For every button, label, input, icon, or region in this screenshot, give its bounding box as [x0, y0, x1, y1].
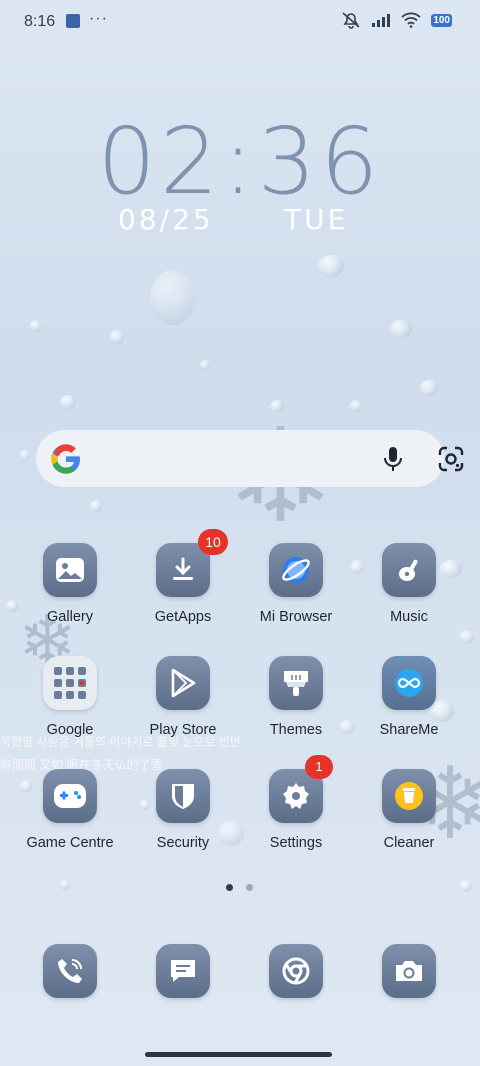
messages-icon [156, 944, 210, 998]
camera-icon [382, 944, 436, 998]
app-label: GetApps [154, 609, 212, 625]
app-label: Cleaner [383, 835, 435, 851]
chrome-icon [269, 944, 323, 998]
app-cleaner[interactable]: Cleaner [354, 769, 464, 851]
download-icon: 10 [156, 529, 228, 597]
app-themes[interactable]: Themes [241, 656, 351, 738]
page-dot-active[interactable] [226, 884, 233, 891]
notification-square-icon [66, 14, 80, 28]
dock-messages[interactable] [128, 944, 238, 998]
microphone-icon[interactable] [382, 446, 404, 477]
app-label: Settings [269, 835, 323, 851]
music-icon [382, 543, 436, 597]
app-label: Themes [269, 722, 323, 738]
app-settings[interactable]: 1 Settings [241, 755, 351, 851]
google-lens-icon[interactable] [438, 446, 464, 477]
mute-icon [341, 11, 361, 29]
wifi-icon [401, 12, 421, 28]
more-notifications-icon: ··· [89, 10, 108, 27]
app-label: Game Centre [26, 835, 114, 851]
app-label: Music [390, 609, 428, 625]
clock-widget-date: 08/25 [118, 203, 214, 236]
clock-widget-time[interactable]: 02:36 [0, 108, 480, 215]
themes-icon [269, 656, 323, 710]
app-google-folder[interactable]: Google [15, 656, 125, 738]
page-indicator[interactable] [226, 884, 253, 891]
google-search-bar[interactable] [36, 430, 464, 487]
app-label: Gallery [47, 609, 93, 625]
app-label: Mi Browser [259, 609, 333, 625]
app-getapps[interactable]: 10 GetApps [128, 529, 238, 625]
dock-camera[interactable] [354, 944, 464, 998]
status-time: 8:16 [24, 13, 56, 30]
gallery-icon [43, 543, 97, 597]
play-store-icon [156, 656, 210, 710]
signal-icon [371, 13, 391, 27]
gamepad-icon [43, 769, 97, 823]
status-bar: 8:16 ··· 100 [0, 0, 480, 44]
dock-chrome[interactable] [241, 944, 351, 998]
battery-icon: 100 [431, 13, 452, 27]
shareme-icon [382, 656, 436, 710]
page-dot[interactable] [246, 884, 253, 891]
gear-icon: 1 [269, 755, 333, 823]
notification-badge: 1 [305, 755, 333, 779]
browser-icon [269, 543, 323, 597]
app-security[interactable]: Security [128, 769, 238, 851]
app-mi-browser[interactable]: Mi Browser [241, 543, 351, 625]
dock-phone[interactable] [15, 944, 125, 998]
app-label: ShareMe [379, 722, 439, 738]
app-play-store[interactable]: Play Store [128, 656, 238, 738]
google-logo-icon[interactable] [50, 443, 82, 480]
notification-badge: 10 [198, 529, 228, 555]
app-gallery[interactable]: Gallery [15, 543, 125, 625]
app-label: Google [46, 722, 94, 738]
trash-icon [382, 769, 436, 823]
app-label: Play Store [149, 722, 217, 738]
app-label: Security [156, 835, 210, 851]
shield-icon [156, 769, 210, 823]
gesture-navigation-handle[interactable] [145, 1052, 332, 1057]
phone-icon [43, 944, 97, 998]
clock-widget-day: TUE [284, 203, 349, 236]
app-game-centre[interactable]: Game Centre [15, 769, 125, 851]
google-folder-icon [43, 656, 97, 710]
app-music[interactable]: Music [354, 543, 464, 625]
app-shareme[interactable]: ShareMe [354, 656, 464, 738]
